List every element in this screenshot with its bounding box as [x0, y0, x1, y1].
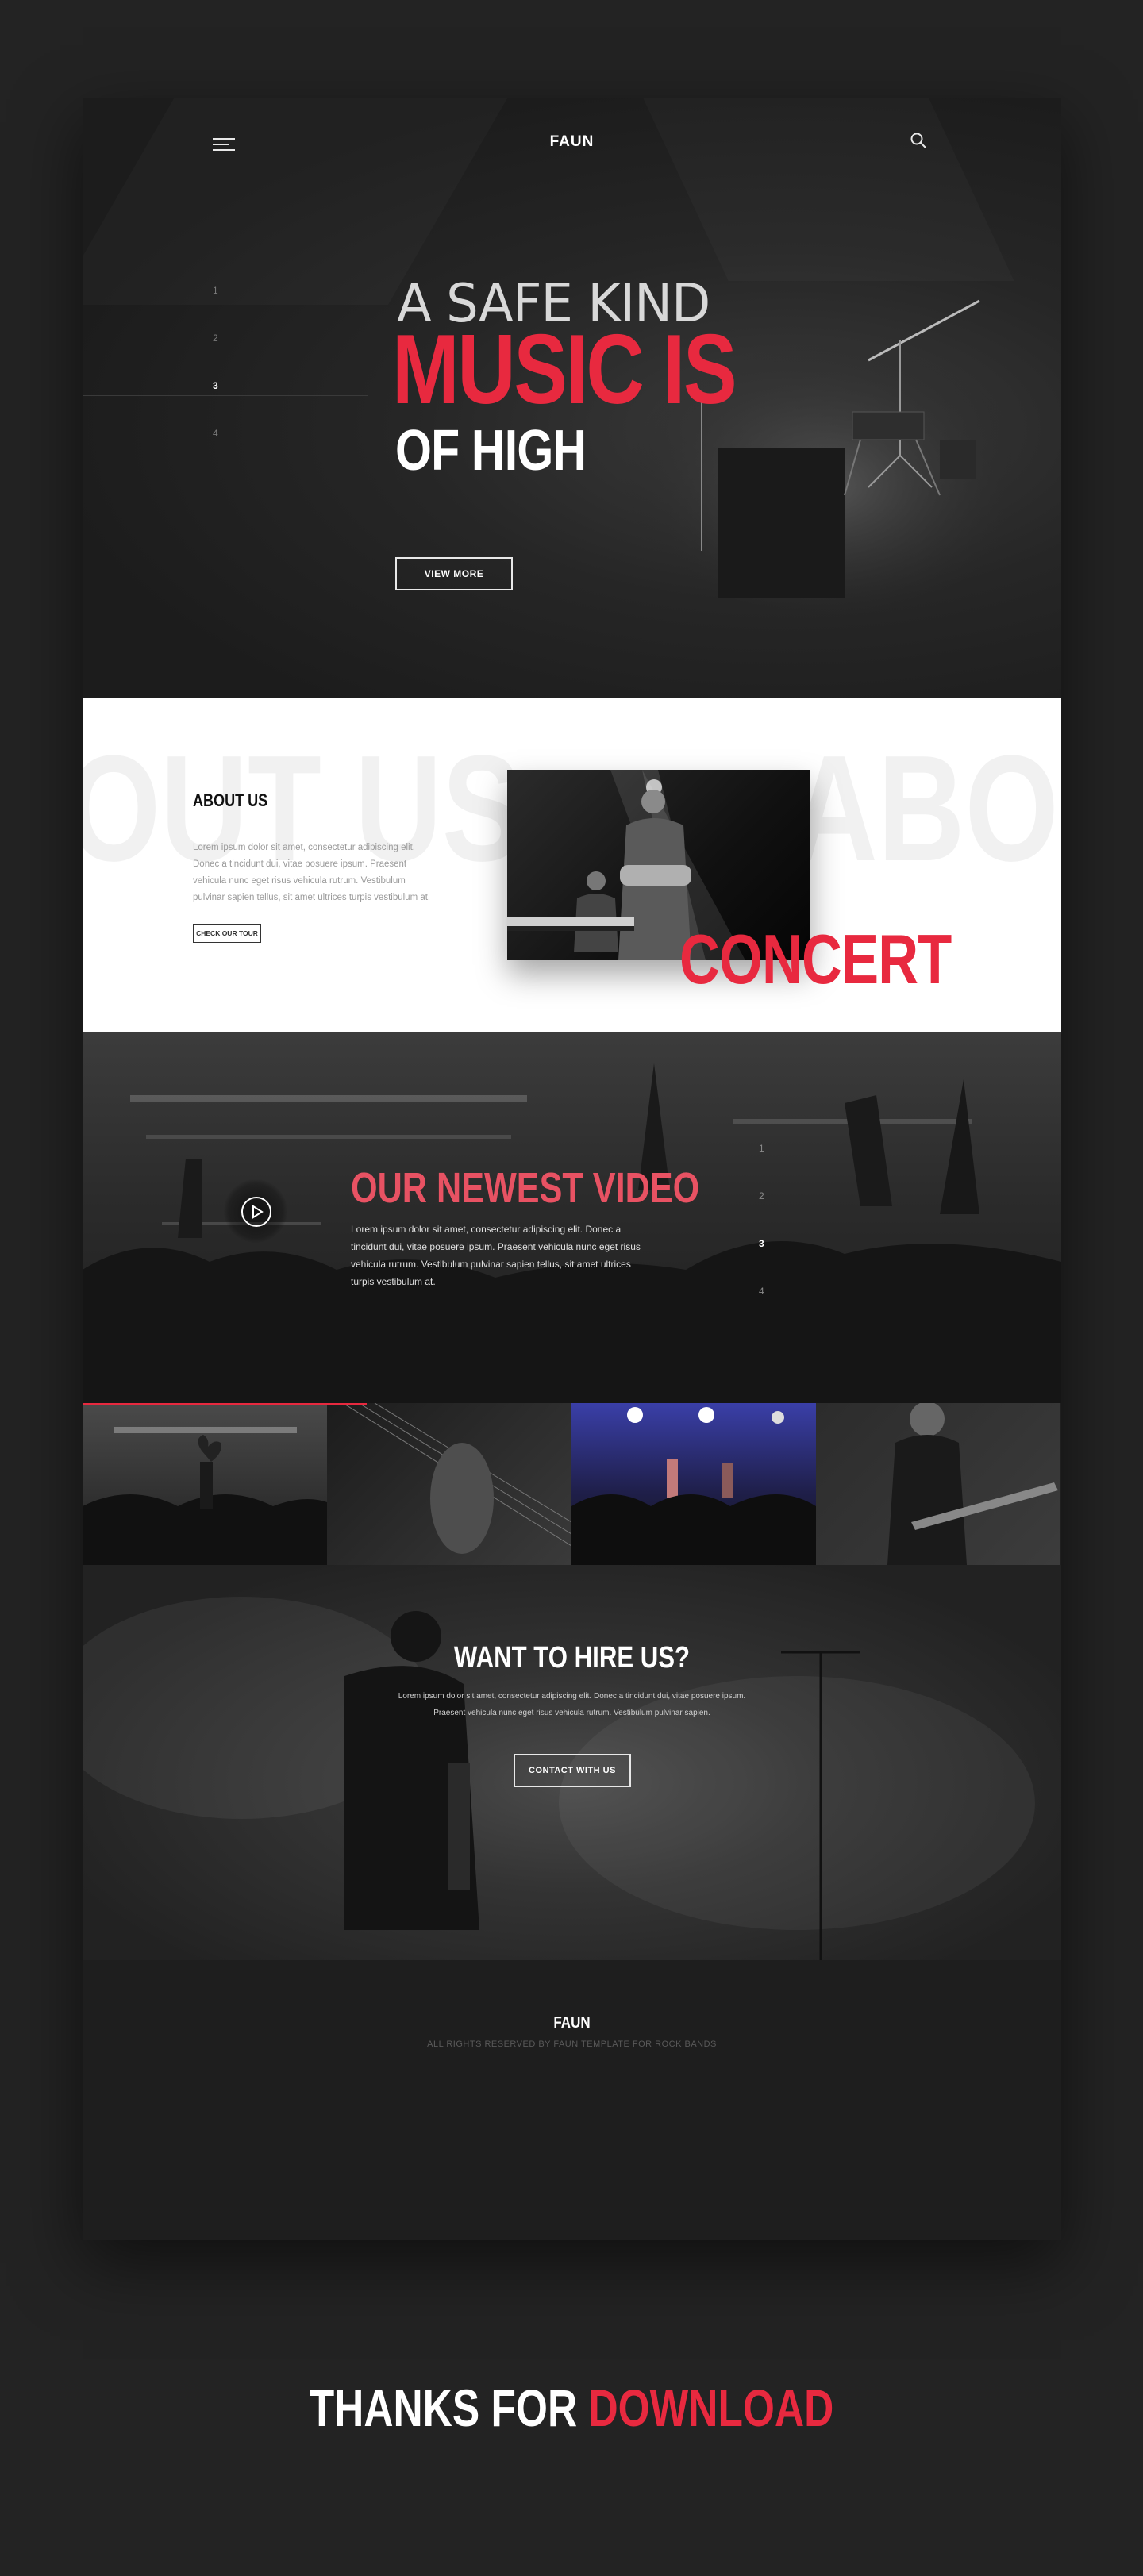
- hire-text-line-2: Praesent vehicula nunc eget risus vehicu…: [433, 1709, 710, 1717]
- hire-text-line-1: Lorem ipsum dolor sit amet, consectetur …: [398, 1692, 746, 1701]
- thumb-guitarist-image: [887, 1403, 1058, 1565]
- search-icon[interactable]: [910, 132, 927, 149]
- gallery-thumb-4[interactable]: [816, 1403, 1060, 1565]
- check-tour-button[interactable]: CHECK OUR TOUR: [193, 924, 261, 943]
- video-slide-1[interactable]: 1: [759, 1143, 775, 1154]
- hero-slide-1[interactable]: 1: [213, 285, 229, 296]
- hero-facet: [643, 98, 1014, 281]
- hero-section: FAUN 1 2 3 4 A SAFE KIND MUSIC IS OF HIG…: [83, 98, 1061, 698]
- gallery-thumb-2[interactable]: [327, 1403, 572, 1565]
- hero-divider: [83, 395, 368, 396]
- video-title: OUR NEWEST VIDEO: [351, 1164, 700, 1212]
- view-more-button[interactable]: VIEW MORE: [395, 557, 513, 590]
- hero-slide-2[interactable]: 2: [213, 333, 229, 344]
- about-ghost-text-right: ABO: [791, 725, 1059, 893]
- video-slide-4[interactable]: 4: [759, 1286, 775, 1297]
- thumb-crowd-heart-image: [83, 1427, 327, 1565]
- gallery-strip: [83, 1403, 1061, 1565]
- hire-title: WANT TO HIRE US?: [453, 1641, 691, 1674]
- hero-line-3: OF HIGH: [395, 419, 587, 483]
- gallery-thumb-3[interactable]: [572, 1403, 816, 1565]
- hire-text: Lorem ipsum dolor sit amet, consectetur …: [83, 1688, 1061, 1721]
- hero-line-2: MUSIC IS: [392, 315, 737, 425]
- hero-slide-3[interactable]: 3: [213, 380, 229, 391]
- footer-brand: FAUN: [553, 2014, 591, 2032]
- hero-slide-4[interactable]: 4: [213, 428, 229, 439]
- thanks-banner: THANKS FOR DOWNLOAD: [125, 2378, 1017, 2438]
- play-button[interactable]: [224, 1179, 287, 1243]
- about-section: OUT US ABO ABOUT US Lorem ipsum dolor si…: [83, 698, 1061, 1032]
- footer-copyright: ALL RIGHTS RESERVED BY FAUN TEMPLATE FOR…: [427, 2040, 717, 2049]
- about-text: Lorem ipsum dolor sit amet, consectetur …: [193, 843, 431, 902]
- gallery-thumb-1[interactable]: [83, 1403, 327, 1565]
- thumb-blue-stage-image: [572, 1407, 816, 1565]
- footer: FAUN ALL RIGHTS RESERVED BY FAUN TEMPLAT…: [83, 1960, 1061, 2240]
- hire-section: WANT TO HIRE US? Lorem ipsum dolor sit a…: [83, 1565, 1061, 1960]
- contact-button[interactable]: CONTACT WITH US: [514, 1754, 631, 1787]
- gallery-progress-bar: [83, 1403, 367, 1405]
- download-text: DOWNLOAD: [588, 2378, 834, 2437]
- video-slide-2[interactable]: 2: [759, 1190, 775, 1201]
- video-section: OUR NEWEST VIDEO Lorem ipsum dolor sit a…: [83, 1032, 1061, 1403]
- about-title: ABOUT US: [193, 790, 268, 810]
- concert-label: CONCERT: [679, 920, 952, 998]
- video-slide-3[interactable]: 3: [759, 1238, 775, 1249]
- video-text: Lorem ipsum dolor sit amet, consectetur …: [351, 1224, 641, 1287]
- thumb-guitar-image: [342, 1403, 572, 1554]
- thanks-text: THANKS FOR: [309, 2378, 589, 2437]
- page-frame: FAUN 1 2 3 4 A SAFE KIND MUSIC IS OF HIG…: [83, 98, 1061, 2240]
- play-icon: [241, 1197, 271, 1227]
